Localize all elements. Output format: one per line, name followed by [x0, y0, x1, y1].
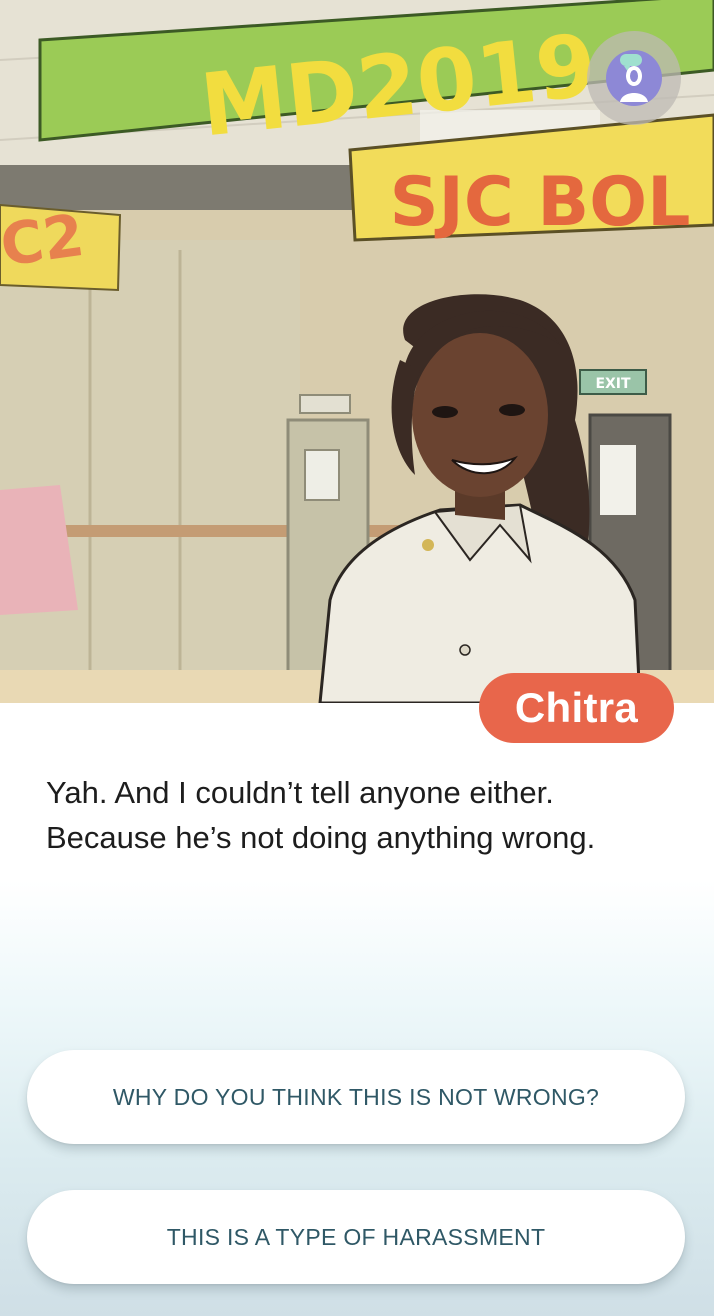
dialogue-line: Yah. And I couldn’t tell anyone either. — [46, 775, 554, 810]
speaker-name-tag: Chitra — [479, 673, 674, 743]
left-banner-text: C2 — [0, 201, 88, 280]
choice-button-why-not-wrong[interactable]: WHY DO YOU THINK THIS IS NOT WRONG? — [27, 1050, 685, 1144]
exit-sign: EXIT — [595, 376, 631, 392]
choice-label: WHY DO YOU THINK THIS IS NOT WRONG? — [112, 1083, 600, 1110]
second-banner-text: SJC BOL — [390, 163, 691, 242]
choice-label: THIS IS A TYPE OF HARASSMENT — [166, 1223, 546, 1250]
dialogue-line: Because he’s not doing anything wrong. — [46, 820, 596, 855]
profile-button[interactable] — [587, 31, 681, 125]
dialogue-text: Yah. And I couldn’t tell anyone either. … — [46, 770, 686, 860]
user-profile-icon — [606, 50, 662, 106]
choice-button-harassment[interactable]: THIS IS A TYPE OF HARASSMENT — [27, 1190, 685, 1284]
